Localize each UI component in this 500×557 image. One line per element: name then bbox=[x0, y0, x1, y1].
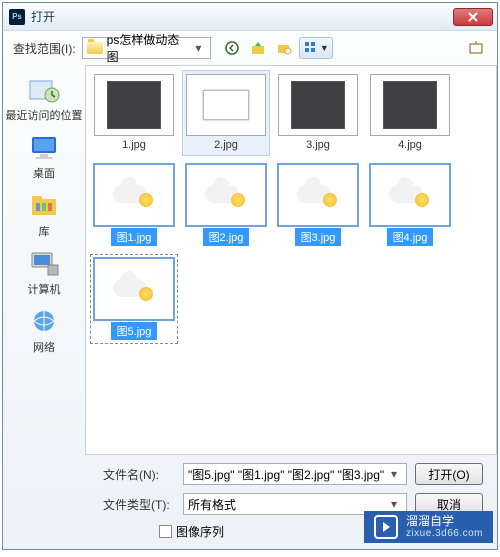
lookin-row: 查找范围(I): ps怎样做动态图 ▾ ▼ bbox=[3, 31, 497, 65]
new-folder-button[interactable] bbox=[273, 37, 295, 59]
thumbnail-image bbox=[186, 74, 266, 136]
file-grid[interactable]: 1.jpg 2.jpg 3.jpg 4.jpg 图1.jpg 图2.jpg 图3.jpg 图4… bbox=[85, 65, 497, 455]
views-button[interactable]: ▼ bbox=[299, 37, 333, 59]
thumbnail-image bbox=[94, 164, 174, 226]
file-thumbnail[interactable]: 图2.jpg bbox=[182, 160, 270, 250]
file-name: 图5.jpg bbox=[111, 322, 158, 340]
filename-input[interactable]: "图5.jpg" "图1.jpg" "图2.jpg" "图3.jpg" ▾ bbox=[183, 463, 407, 485]
up-button[interactable] bbox=[247, 37, 269, 59]
watermark: 溜溜自学 zixue.3d66.com bbox=[364, 511, 493, 543]
play-icon bbox=[374, 515, 398, 539]
filetype-label: 文件类型(T): bbox=[103, 496, 175, 513]
recent-icon bbox=[26, 75, 62, 105]
folder-icon bbox=[87, 42, 103, 54]
file-thumbnail[interactable]: 图1.jpg bbox=[90, 160, 178, 250]
titlebar: Ps 打开 bbox=[3, 3, 497, 31]
sidebar-item-recent[interactable]: 最近访问的位置 bbox=[3, 71, 85, 127]
pin-icon bbox=[468, 41, 484, 55]
lookin-value: ps怎样做动态图 bbox=[107, 31, 187, 65]
sidebar-item-network[interactable]: 网络 bbox=[3, 303, 85, 359]
lookin-label: 查找范围(I): bbox=[13, 40, 76, 57]
close-icon bbox=[468, 12, 478, 22]
file-name: 图3.jpg bbox=[295, 228, 342, 246]
file-name: 3.jpg bbox=[300, 138, 336, 152]
views-icon bbox=[304, 41, 318, 55]
thumbnail-image bbox=[94, 74, 174, 136]
file-name: 1.jpg bbox=[116, 138, 152, 152]
thumbnail-image bbox=[370, 74, 450, 136]
window-title: 打开 bbox=[31, 8, 453, 25]
lookin-select[interactable]: ps怎样做动态图 ▾ bbox=[82, 37, 212, 59]
image-sequence-checkbox[interactable] bbox=[159, 525, 172, 538]
thumbnail-image bbox=[370, 164, 450, 226]
thumbnail-image bbox=[278, 164, 358, 226]
back-icon bbox=[224, 40, 240, 56]
file-thumbnail[interactable]: 2.jpg bbox=[182, 70, 270, 156]
file-name: 4.jpg bbox=[392, 138, 428, 152]
pin-button[interactable] bbox=[465, 37, 487, 59]
chevron-down-icon: ▼ bbox=[320, 43, 329, 53]
image-sequence-label: 图像序列 bbox=[176, 523, 224, 540]
file-name: 图1.jpg bbox=[111, 228, 158, 246]
desktop-icon bbox=[26, 133, 62, 163]
sidebar-item-computer[interactable]: 计算机 bbox=[3, 245, 85, 301]
chevron-down-icon: ▾ bbox=[386, 465, 402, 483]
thumbnail-image bbox=[186, 164, 266, 226]
up-folder-icon bbox=[250, 40, 266, 56]
file-thumbnail[interactable]: 1.jpg bbox=[90, 70, 178, 156]
places-sidebar: 最近访问的位置 桌面 库 计算机 网络 bbox=[3, 65, 85, 455]
nav-toolbar: ▼ bbox=[221, 37, 333, 59]
file-thumbnail[interactable]: 4.jpg bbox=[366, 70, 454, 156]
new-folder-icon bbox=[276, 40, 292, 56]
sidebar-item-libraries[interactable]: 库 bbox=[3, 187, 85, 243]
libraries-icon bbox=[26, 191, 62, 221]
thumbnail-image bbox=[94, 258, 174, 320]
open-dialog: Ps 打开 查找范围(I): ps怎样做动态图 ▾ ▼ bbox=[2, 2, 498, 550]
body-row: 最近访问的位置 桌面 库 计算机 网络 1.jpg 2.jpg 3.jpg 4.jpg… bbox=[3, 65, 497, 455]
file-thumbnail[interactable]: 图4.jpg bbox=[366, 160, 454, 250]
back-button[interactable] bbox=[221, 37, 243, 59]
chevron-down-icon: ▾ bbox=[190, 39, 206, 57]
file-name: 2.jpg bbox=[208, 138, 244, 152]
filename-value: "图5.jpg" "图1.jpg" "图2.jpg" "图3.jpg" bbox=[188, 466, 384, 483]
network-icon bbox=[26, 307, 62, 337]
filetype-value: 所有格式 bbox=[188, 496, 236, 513]
filename-label: 文件名(N): bbox=[103, 466, 175, 483]
file-name: 图4.jpg bbox=[387, 228, 434, 246]
computer-icon bbox=[26, 249, 62, 279]
thumbnail-image bbox=[278, 74, 358, 136]
file-thumbnail[interactable]: 图3.jpg bbox=[274, 160, 362, 250]
app-icon: Ps bbox=[9, 9, 25, 25]
sidebar-item-desktop[interactable]: 桌面 bbox=[3, 129, 85, 185]
file-name: 图2.jpg bbox=[203, 228, 250, 246]
file-thumbnail[interactable]: 3.jpg bbox=[274, 70, 362, 156]
open-button[interactable]: 打开(O) bbox=[415, 463, 483, 485]
file-thumbnail[interactable]: 图5.jpg bbox=[90, 254, 178, 344]
close-button[interactable] bbox=[453, 8, 493, 26]
